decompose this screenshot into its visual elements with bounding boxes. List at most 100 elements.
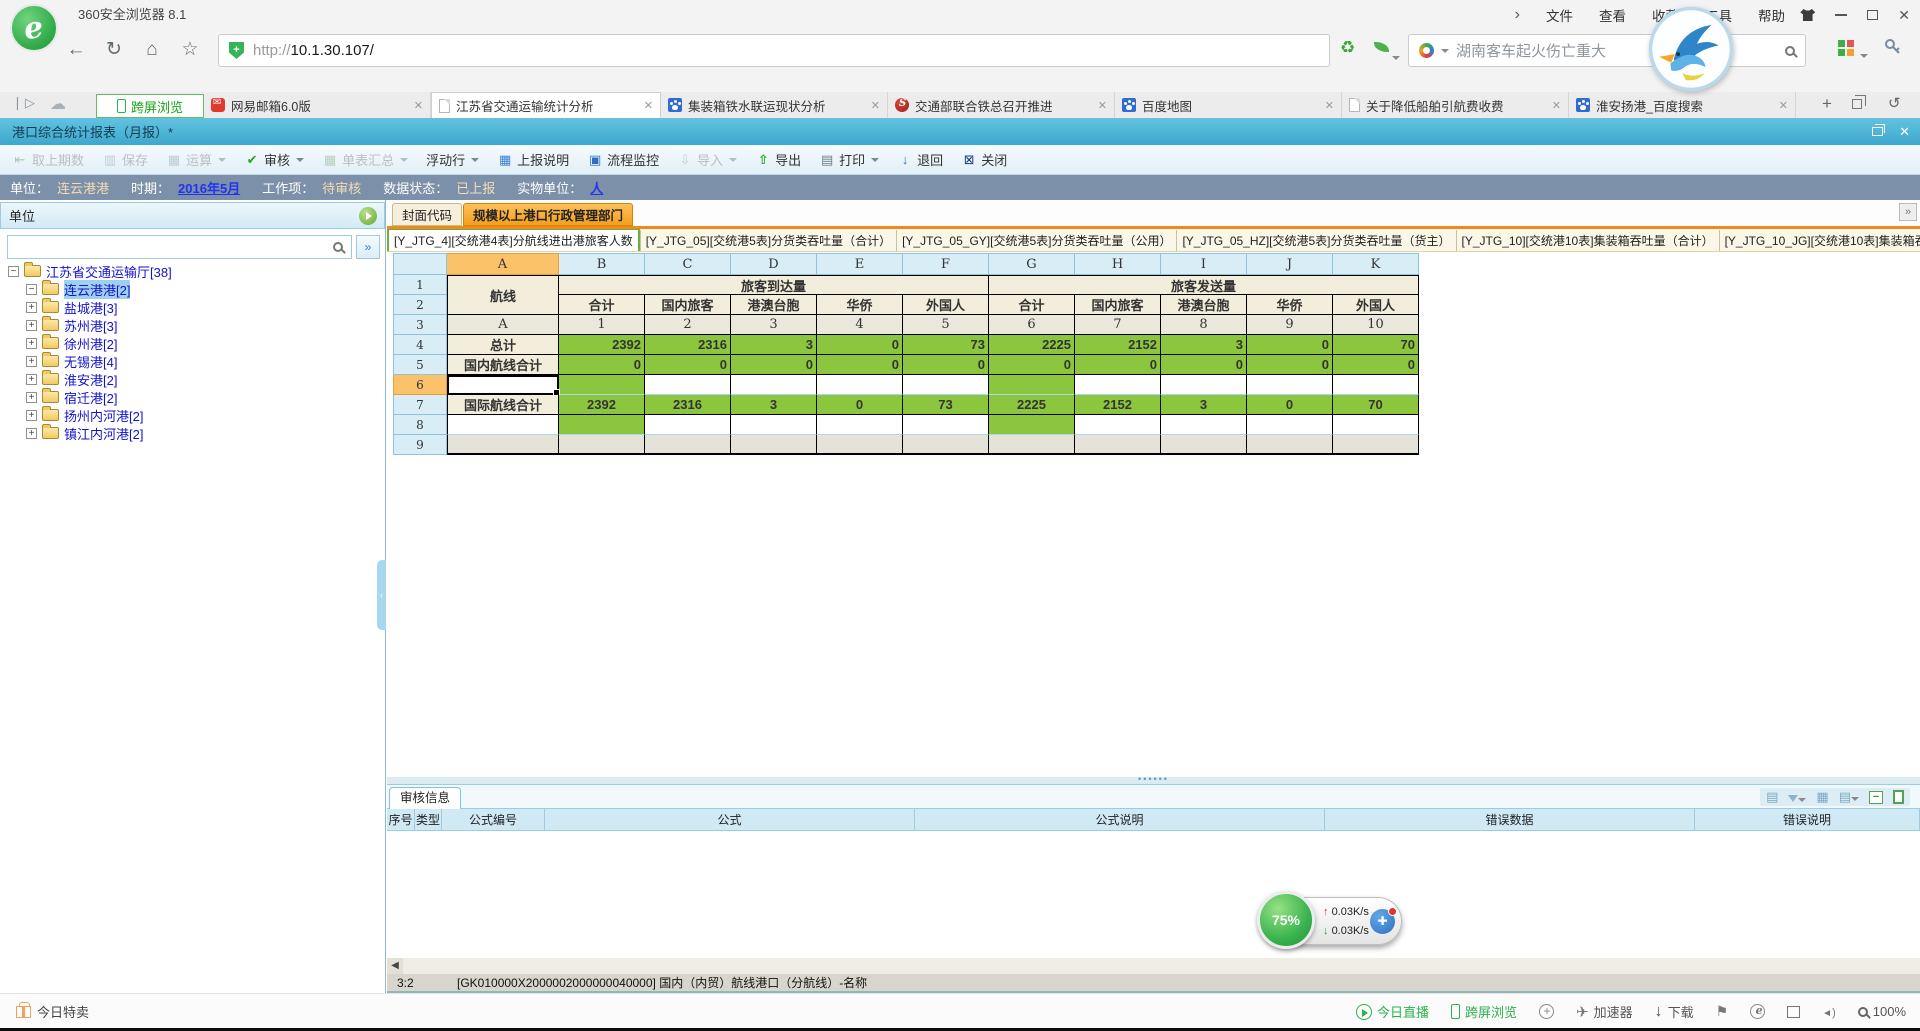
tree-item-label[interactable]: 盐城港[3]	[64, 298, 117, 317]
restore-button[interactable]	[1867, 10, 1878, 20]
data-cell[interactable]	[1075, 435, 1161, 455]
report-item[interactable]: [Y_JTG_05_GY][交统港5表]分货类吞吐量（公用）	[896, 230, 1176, 251]
tree-item-label[interactable]: 江苏省交通运输厅[38]	[46, 262, 172, 281]
apps-caret-icon[interactable]	[1860, 46, 1868, 61]
row-header[interactable]: 3	[393, 315, 447, 335]
code-cell[interactable]: 2	[645, 315, 731, 335]
data-cell[interactable]	[1247, 415, 1333, 435]
browser-tab[interactable]: 百度地图	[1115, 92, 1342, 118]
row-header[interactable]: 5	[393, 355, 447, 375]
tab-title[interactable]: 百度地图	[1142, 96, 1319, 115]
data-cell[interactable]: 0	[559, 355, 645, 375]
bottom-bar-item[interactable]	[1822, 1004, 1836, 1019]
physical-unit-link[interactable]: 人	[590, 178, 603, 197]
sub-header-cell[interactable]: 港澳台胞	[1161, 295, 1247, 315]
data-cell[interactable]: 0	[903, 355, 989, 375]
data-cell[interactable]: 0	[1333, 355, 1419, 375]
data-cell[interactable]: 0	[1075, 355, 1161, 375]
filter-funnel-icon[interactable]	[1788, 790, 1806, 805]
selected-cell[interactable]	[447, 375, 559, 395]
bottom-bar-item[interactable]: 下载	[1655, 1002, 1694, 1021]
data-cell[interactable]	[731, 435, 817, 455]
data-cell[interactable]	[1161, 375, 1247, 395]
group-arrivals[interactable]: 旅客到达量	[559, 275, 989, 295]
toolbar-button[interactable]: 运算	[158, 147, 234, 172]
tree-item-label[interactable]: 连云港港[2]	[64, 280, 130, 299]
daily-deals-button[interactable]: 今日特卖	[16, 994, 89, 1029]
tree-item[interactable]: 江苏省交通运输厅[38]	[0, 262, 380, 280]
data-cell[interactable]	[559, 375, 645, 395]
progress-overlay[interactable]: 75% ↑ 0.03K/s ↓ 0.03K/s	[1262, 897, 1402, 945]
data-cell[interactable]: 73	[903, 395, 989, 415]
row-label-domestic[interactable]: 国内航线合计	[447, 355, 559, 375]
app-restore-icon[interactable]	[1872, 127, 1883, 136]
report-item[interactable]: [Y_JTG_10_JG][交统港10表]集装箱吞吐量	[1719, 230, 1920, 251]
column-header[interactable]: C	[645, 253, 731, 275]
review-column-header[interactable]: 公式编号	[442, 809, 545, 831]
data-cell[interactable]: 2225	[989, 395, 1075, 415]
tree-item-label[interactable]: 宿迁港[2]	[64, 388, 117, 407]
tree-item-label[interactable]: 无锡港[4]	[64, 352, 117, 371]
data-cell[interactable]: 0	[1247, 335, 1333, 355]
tree-expander-icon[interactable]	[26, 338, 37, 349]
toolbar-button[interactable]: 流程监控	[579, 147, 667, 172]
data-cell[interactable]: 0	[731, 355, 817, 375]
sub-header-cell[interactable]: 合计	[559, 295, 645, 315]
browser-tab[interactable]: 交通部联合铁总召开推进	[888, 92, 1115, 118]
back-button[interactable]: ←	[62, 36, 90, 64]
browser-tab[interactable]: 江苏省交通运输统计分析	[431, 92, 661, 118]
data-cell[interactable]	[989, 435, 1075, 455]
sidebar-collapse-handle[interactable]	[377, 560, 386, 630]
browser-logo-icon[interactable]	[10, 4, 58, 52]
tab-close-icon[interactable]	[1098, 99, 1107, 112]
code-cell[interactable]: 1	[559, 315, 645, 335]
data-cell[interactable]	[817, 435, 903, 455]
search-engine-icon[interactable]	[1419, 43, 1434, 58]
column-header[interactable]: H	[1075, 253, 1161, 275]
tree-item[interactable]: 徐州港[2]	[0, 334, 380, 352]
row-header[interactable]: 9	[393, 435, 447, 455]
data-cell[interactable]	[903, 435, 989, 455]
sidebar-expand-icon[interactable]	[359, 207, 377, 225]
app-close-icon[interactable]: ✕	[1899, 124, 1910, 140]
code-cell[interactable]: 3	[731, 315, 817, 335]
scroll-left-arrow[interactable]	[387, 958, 403, 974]
address-bar[interactable]: http://10.1.30.107/	[218, 34, 1330, 67]
tab-title[interactable]: 淮安扬港_百度搜索	[1596, 96, 1773, 115]
toolbar-button[interactable]: 审核	[236, 147, 312, 172]
bird-logo-overlay[interactable]	[1648, 6, 1734, 92]
tab-title[interactable]: 江苏省交通运输统计分析	[456, 96, 638, 115]
engine-caret-icon[interactable]	[1441, 49, 1449, 53]
tree-expander-icon[interactable]	[26, 410, 37, 421]
data-cell[interactable]	[1333, 375, 1419, 395]
report-item[interactable]: [Y_JTG_4][交统港4表]分航线进出港旅客人数	[387, 229, 640, 252]
data-cell[interactable]	[903, 415, 989, 435]
code-cell[interactable]: 8	[1161, 315, 1247, 335]
data-cell[interactable]	[1333, 435, 1419, 455]
export-page-icon[interactable]: ▤	[1766, 789, 1778, 805]
review-column-header[interactable]: 错误数据	[1325, 809, 1695, 831]
tab-title[interactable]: 集装箱铁水联运现状分析	[688, 96, 865, 115]
column-header[interactable]: I	[1161, 253, 1247, 275]
password-key-icon[interactable]	[1884, 38, 1902, 59]
browser-tab[interactable]: 集装箱铁水联运现状分析	[661, 92, 888, 118]
bottom-bar-item[interactable]: 加速器	[1576, 1002, 1633, 1021]
refresh-all-icon[interactable]: ♻	[1340, 38, 1355, 58]
data-cell[interactable]: 70	[1333, 395, 1419, 415]
data-cell[interactable]	[903, 375, 989, 395]
data-cell[interactable]: 0	[1161, 355, 1247, 375]
sheet-tab-cover[interactable]: 封面代码	[392, 203, 462, 226]
home-button[interactable]: ⌂	[138, 36, 166, 64]
data-cell[interactable]: 70	[1333, 335, 1419, 355]
data-cell[interactable]	[989, 415, 1075, 435]
grid-corner[interactable]	[393, 253, 447, 275]
code-cell[interactable]: 7	[1075, 315, 1161, 335]
tree-item[interactable]: 连云港港[2]	[0, 280, 380, 298]
toolbar-button[interactable]: 上报说明	[489, 147, 577, 172]
tree-item-label[interactable]: 苏州港[3]	[64, 316, 117, 335]
code-cell[interactable]: 5	[903, 315, 989, 335]
data-cell[interactable]: 0	[989, 355, 1075, 375]
sub-header-cell[interactable]: 华侨	[1247, 295, 1333, 315]
column-header[interactable]: D	[731, 253, 817, 275]
data-cell[interactable]: 73	[903, 335, 989, 355]
